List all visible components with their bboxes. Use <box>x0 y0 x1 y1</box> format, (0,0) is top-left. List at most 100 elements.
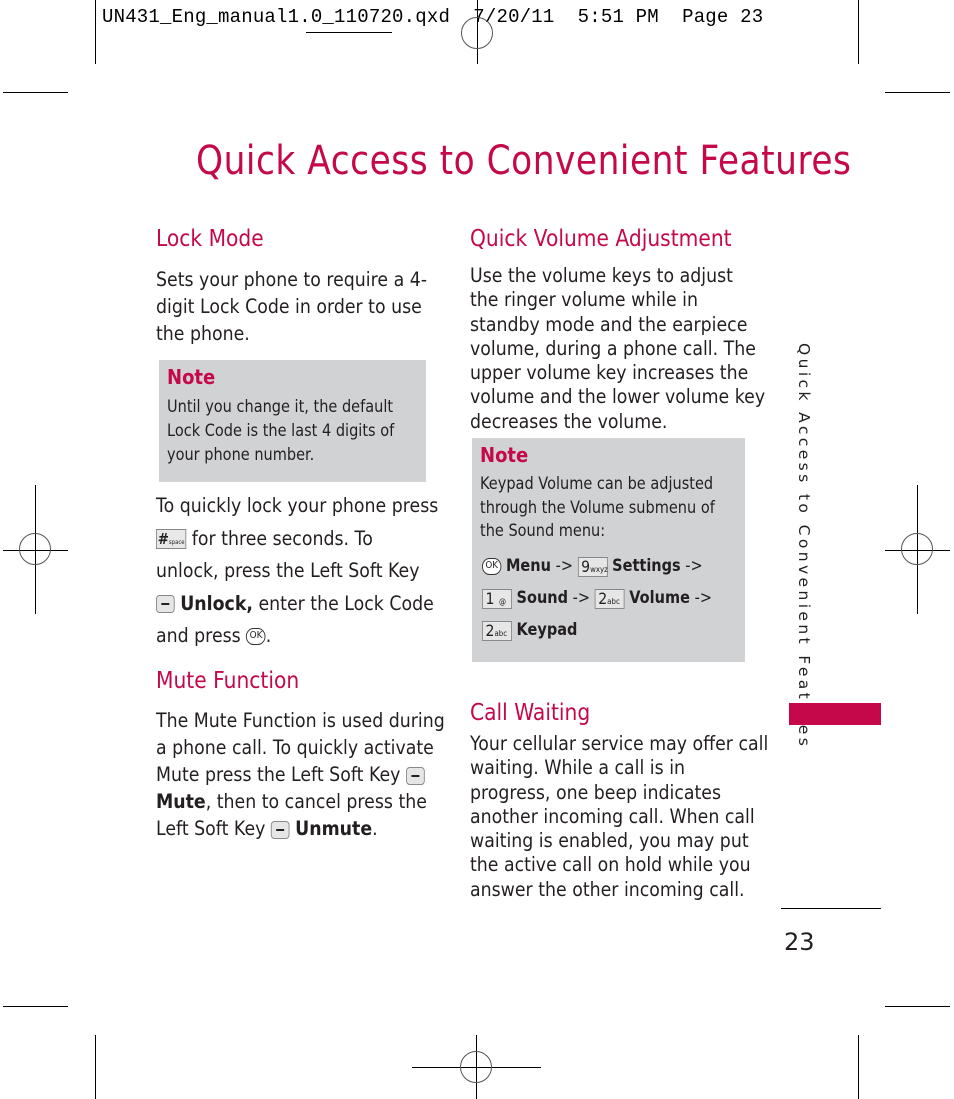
registration-mark <box>901 533 933 565</box>
registration-mark <box>460 1051 492 1083</box>
ok-key-icon: OK <box>482 558 502 575</box>
key-glyph: OK <box>249 630 263 641</box>
keypad-volume-note: Note Keypad Volume can be adjusted throu… <box>472 438 745 662</box>
key-glyph: # <box>157 530 169 548</box>
key-subglyph: abc <box>494 628 508 638</box>
key-9-icon: 9wxyz <box>577 556 608 577</box>
text-line: the ringer volume while in <box>470 288 698 312</box>
page-number-rule <box>781 908 881 909</box>
lock-mode-note: Note Until you change it, the default Lo… <box>159 360 426 482</box>
keypad-label: Keypad <box>516 620 578 639</box>
crop-mark <box>3 1006 68 1007</box>
registration-mark <box>461 17 493 49</box>
key-1-icon: 1 @ <box>482 588 512 609</box>
unmute-label: Unmute <box>295 817 373 840</box>
menu-label: Menu <box>505 556 551 575</box>
text-line: Keypad Volume can be adjusted <box>480 474 714 493</box>
text-line: Use the volume keys to adjust <box>470 264 733 287</box>
hash-key-icon: #space <box>156 529 187 549</box>
text-fragment: Mute press the Left Soft Key <box>156 763 401 786</box>
note-body: Until you change it, the default Lock Co… <box>167 395 425 467</box>
text-line: a phone call. To quickly activate <box>156 736 434 759</box>
lock-mode-heading: Lock Mode <box>156 226 264 252</box>
mute-function-heading: Mute Function <box>156 668 300 694</box>
page-title: Quick Access to Convenient Features <box>196 138 852 184</box>
text-line: Lock Code is the last 4 digits of <box>167 421 395 440</box>
text-line: another incoming call. When call <box>470 804 755 828</box>
registration-mark <box>306 32 392 33</box>
mute-label: Mute <box>156 790 206 813</box>
crop-mark <box>95 0 96 64</box>
key-subglyph: wxyz <box>590 564 608 574</box>
text-line: and press OK. <box>156 620 438 653</box>
key-2-icon: 2abc <box>482 620 512 641</box>
call-waiting-heading: Call Waiting <box>470 700 591 726</box>
key-subglyph: @ <box>498 596 507 606</box>
crop-mark <box>858 1035 859 1099</box>
text-line: Your cellular service may offer call <box>470 732 769 755</box>
note-title: Note <box>480 443 529 467</box>
text-line: upper volume key increases the <box>470 361 749 385</box>
menu-path-line: 2abc Keypad <box>482 614 712 646</box>
text-line: unlock, press the Left Soft Key <box>156 559 420 582</box>
text-line: digit Lock Code in order to use <box>156 295 422 318</box>
lock-mode-intro: Sets your phone to require a 4- digit Lo… <box>156 266 461 347</box>
text-line: Sets your phone to require a 4- <box>156 268 428 291</box>
menu-path-line: 1 @ Sound -> 2abc Volume -> <box>482 582 712 614</box>
quick-volume-body: Use the volume keys to adjust the ringer… <box>470 264 802 434</box>
text-line: Unlock, enter the Lock Code <box>156 588 438 621</box>
crop-mark <box>95 1035 96 1099</box>
text-line: progress, one beep indicates <box>470 780 722 804</box>
text-fragment: and press <box>156 624 241 647</box>
text-fragment: . <box>265 624 272 647</box>
volume-label: Volume <box>629 588 690 607</box>
text-line: the Sound menu: <box>480 521 606 540</box>
crop-mark <box>885 1006 950 1007</box>
text-line: the active call on hold while you <box>470 853 751 877</box>
text-line: through the Volume submenu of <box>480 497 715 517</box>
crop-mark <box>885 92 950 93</box>
text-line: volume, during a phone call. The <box>470 336 756 360</box>
arrow: -> <box>572 588 591 607</box>
note-body: Keypad Volume can be adjusted through th… <box>480 472 747 543</box>
text-line: volume and the lower volume key <box>470 385 766 409</box>
key-glyph: 2 <box>598 588 608 608</box>
menu-path-line: OK Menu -> 9wxyz Settings -> <box>482 550 712 582</box>
mute-function-body: The Mute Function is used during a phone… <box>156 707 480 842</box>
text-line: waiting. While a call is in <box>470 756 686 780</box>
text-line: standby mode and the earpiece <box>470 312 748 336</box>
ok-key-icon: OK <box>246 628 266 645</box>
key-subglyph: space <box>168 539 185 546</box>
text-fragment: for three seconds. To <box>191 526 373 550</box>
key-glyph: 2 <box>485 620 495 640</box>
text-line: answer the other incoming call. <box>470 877 745 901</box>
text-line: To quickly lock your phone press <box>156 494 439 517</box>
unlock-label: Unlock, <box>180 591 253 615</box>
arrow: -> <box>694 588 712 607</box>
text-line: The Mute Function is used during <box>156 709 445 732</box>
left-soft-key-icon <box>270 820 290 839</box>
registration-mark <box>19 533 51 565</box>
text-line: Mute press the Left Soft Key <box>156 761 445 788</box>
side-tab-marker <box>789 703 881 725</box>
side-tab-label: Quick Access to Convenient Features <box>795 343 813 750</box>
left-soft-key-icon <box>405 766 425 785</box>
text-line: Left Soft Key Unmute. <box>156 815 445 842</box>
text-fragment: enter the Lock Code <box>258 591 434 615</box>
key-glyph: OK <box>485 560 499 571</box>
menu-path: OK Menu -> 9wxyz Settings -> 1 @ Sound -… <box>482 550 743 646</box>
text-fragment: . <box>372 817 378 840</box>
sound-label: Sound <box>516 588 569 607</box>
text-line: Until you change it, the default <box>167 397 394 416</box>
text-line: decreases the volume. <box>470 409 668 433</box>
quick-volume-heading: Quick Volume Adjustment <box>470 226 732 252</box>
arrow: -> <box>555 556 573 575</box>
text-line: waiting is enabled, you may put <box>470 829 749 853</box>
key-subglyph: abc <box>607 596 620 606</box>
note-title: Note <box>167 365 216 389</box>
key-2-icon: 2abc <box>594 588 625 609</box>
left-soft-key-icon <box>156 595 175 613</box>
key-glyph: 9 <box>581 556 591 576</box>
print-slug: UN431_Eng_manual1.0_110720.qxd 7/20/11 5… <box>102 6 764 28</box>
text-fragment: , then to cancel press the <box>205 790 427 813</box>
